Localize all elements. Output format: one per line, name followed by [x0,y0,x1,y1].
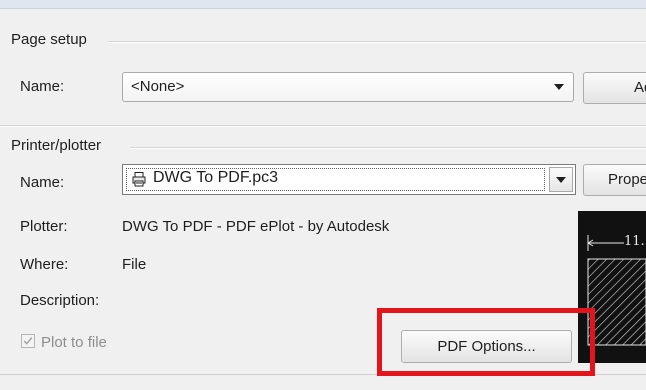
page-setup-name-value: <None> [131,78,185,95]
description-label: Description: [20,292,100,309]
plotter-value: DWG To PDF - PDF ePlot - by Autodesk [122,218,390,235]
plotter-label: Plotter: [20,218,68,235]
page-setup-name-label: Name: [20,78,65,95]
page-setup-name-dropdown[interactable]: <None> [122,72,574,102]
add-page-setup-button[interactable]: Ad [583,72,646,104]
where-value: File [122,256,147,273]
printer-dropdown-button[interactable] [549,167,573,192]
page-setup-divider [108,41,646,43]
where-label: Where: [20,256,69,273]
printer-properties-button[interactable]: Prope [583,164,646,196]
preview-dimension-label: 11. [624,234,645,249]
printer-icon [132,172,146,187]
printer-name-value: DWG To PDF.pc3 [153,169,279,186]
page-setup-group-title: Page setup [11,31,87,48]
printer-name-label: Name: [20,174,65,191]
section-divider [0,125,646,127]
plot-to-file-label: Plot to file [41,334,107,351]
printer-plotter-divider [130,147,646,149]
printer-plotter-group-title: Printer/plotter [11,137,102,154]
chevron-down-icon [554,84,564,90]
dialog-top-edge [0,0,646,9]
chevron-down-icon [556,177,566,183]
plot-to-file-checkbox[interactable] [21,334,35,348]
highlight-box [377,308,595,376]
printer-name-dropdown[interactable]: DWG To PDF.pc3 [122,164,576,195]
check-icon [23,337,33,345]
